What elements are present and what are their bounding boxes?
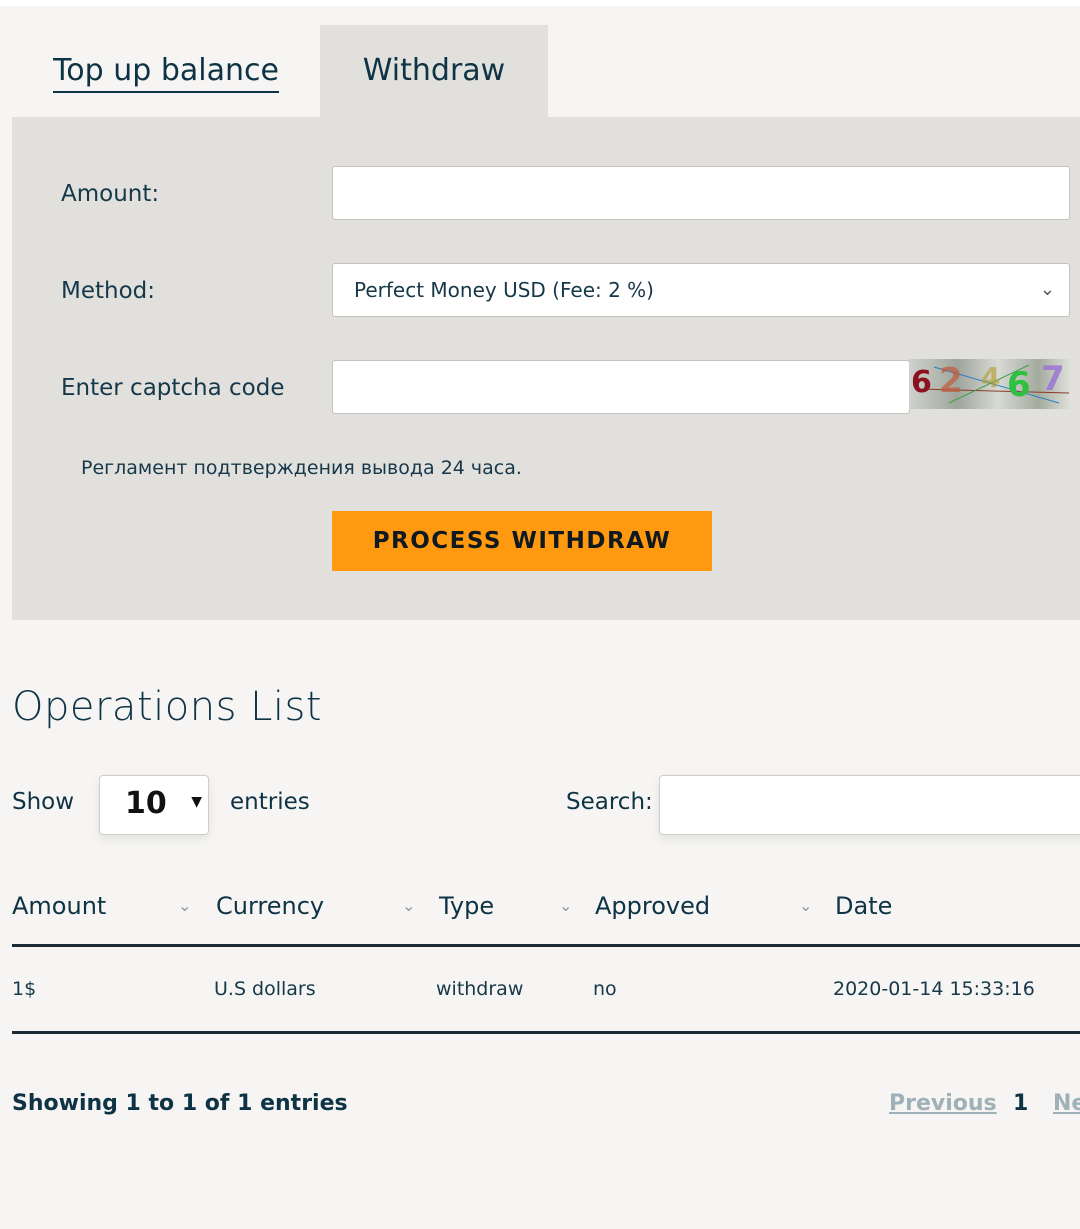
pagination-page-1[interactable]: 1 — [1013, 1091, 1028, 1116]
tab-top-up-balance[interactable]: Top up balance — [12, 25, 320, 117]
cell-currency: U.S dollars — [214, 978, 316, 1000]
column-header-label: Currency — [216, 892, 325, 920]
search-input[interactable] — [659, 775, 1080, 835]
tab-withdraw[interactable]: Withdraw — [320, 25, 548, 117]
captcha-char: 2 — [939, 361, 963, 401]
amount-label: Amount: — [61, 181, 160, 207]
tab-withdraw-label: Withdraw — [362, 53, 506, 88]
captcha-char: 6 — [911, 365, 932, 400]
top-strip — [0, 0, 1080, 6]
pagination-previous[interactable]: Previous — [889, 1091, 997, 1116]
column-header-label: Approved — [595, 892, 711, 920]
balance-tabs: Top up balance Withdraw — [12, 25, 1080, 117]
captcha-char: 7 — [1041, 359, 1065, 399]
column-header-approved[interactable]: Approved ⌄ — [595, 886, 821, 926]
captcha-image: 6 2 4 6 7 — [909, 359, 1071, 409]
sort-icon: ⌄ — [559, 896, 573, 915]
column-header-label: Amount — [12, 892, 107, 920]
captcha-char: 4 — [981, 361, 1001, 394]
method-label: Method: — [61, 278, 156, 304]
caret-down-icon: ▼ — [191, 794, 202, 810]
cell-amount: 1$ — [12, 978, 37, 1000]
sort-icon: ⌄ — [402, 896, 416, 915]
column-header-type[interactable]: Type ⌄ — [439, 886, 579, 926]
sort-icon: ⌄ — [178, 896, 192, 915]
captcha-label: Enter captcha code — [61, 375, 285, 401]
table-bottom-divider — [12, 1031, 1080, 1034]
pagination-next[interactable]: Ne — [1053, 1091, 1080, 1116]
withdraw-panel: Amount: Method: Perfect Money USD (Fee: … — [12, 117, 1080, 620]
operations-title: Operations List — [12, 684, 323, 730]
chevron-down-icon: ⌄ — [1039, 279, 1055, 300]
column-header-amount[interactable]: Amount ⌄ — [12, 886, 202, 926]
column-header-label: Type — [439, 892, 495, 920]
entries-label: entries — [230, 789, 310, 815]
captcha-char: 6 — [1007, 365, 1031, 405]
sort-icon: ⌄ — [799, 896, 813, 915]
column-header-date[interactable]: Date — [835, 886, 1035, 926]
search-label: Search: — [566, 789, 653, 815]
show-label: Show — [12, 789, 75, 815]
method-select-value: Perfect Money USD (Fee: 2 %) — [354, 278, 654, 302]
captcha-input[interactable] — [332, 360, 910, 414]
column-header-currency[interactable]: Currency ⌄ — [216, 886, 426, 926]
page-length-value: 10 — [125, 786, 167, 821]
withdraw-note: Регламент подтверждения вывода 24 часа. — [81, 457, 522, 479]
table-info: Showing 1 to 1 of 1 entries — [12, 1091, 348, 1116]
cell-approved: no — [593, 978, 617, 1000]
table-header-divider — [12, 944, 1080, 947]
method-select[interactable]: Perfect Money USD (Fee: 2 %) ⌄ — [332, 263, 1070, 317]
cell-type: withdraw — [436, 978, 524, 1000]
page-length-select[interactable]: 10 ▼ — [99, 775, 209, 835]
column-header-label: Date — [835, 892, 893, 920]
amount-input[interactable] — [332, 166, 1070, 220]
cell-date: 2020-01-14 15:33:16 — [833, 978, 1035, 1000]
tab-top-up-balance-label: Top up balance — [53, 53, 279, 93]
process-withdraw-button[interactable]: PROCESS WITHDRAW — [332, 511, 712, 571]
